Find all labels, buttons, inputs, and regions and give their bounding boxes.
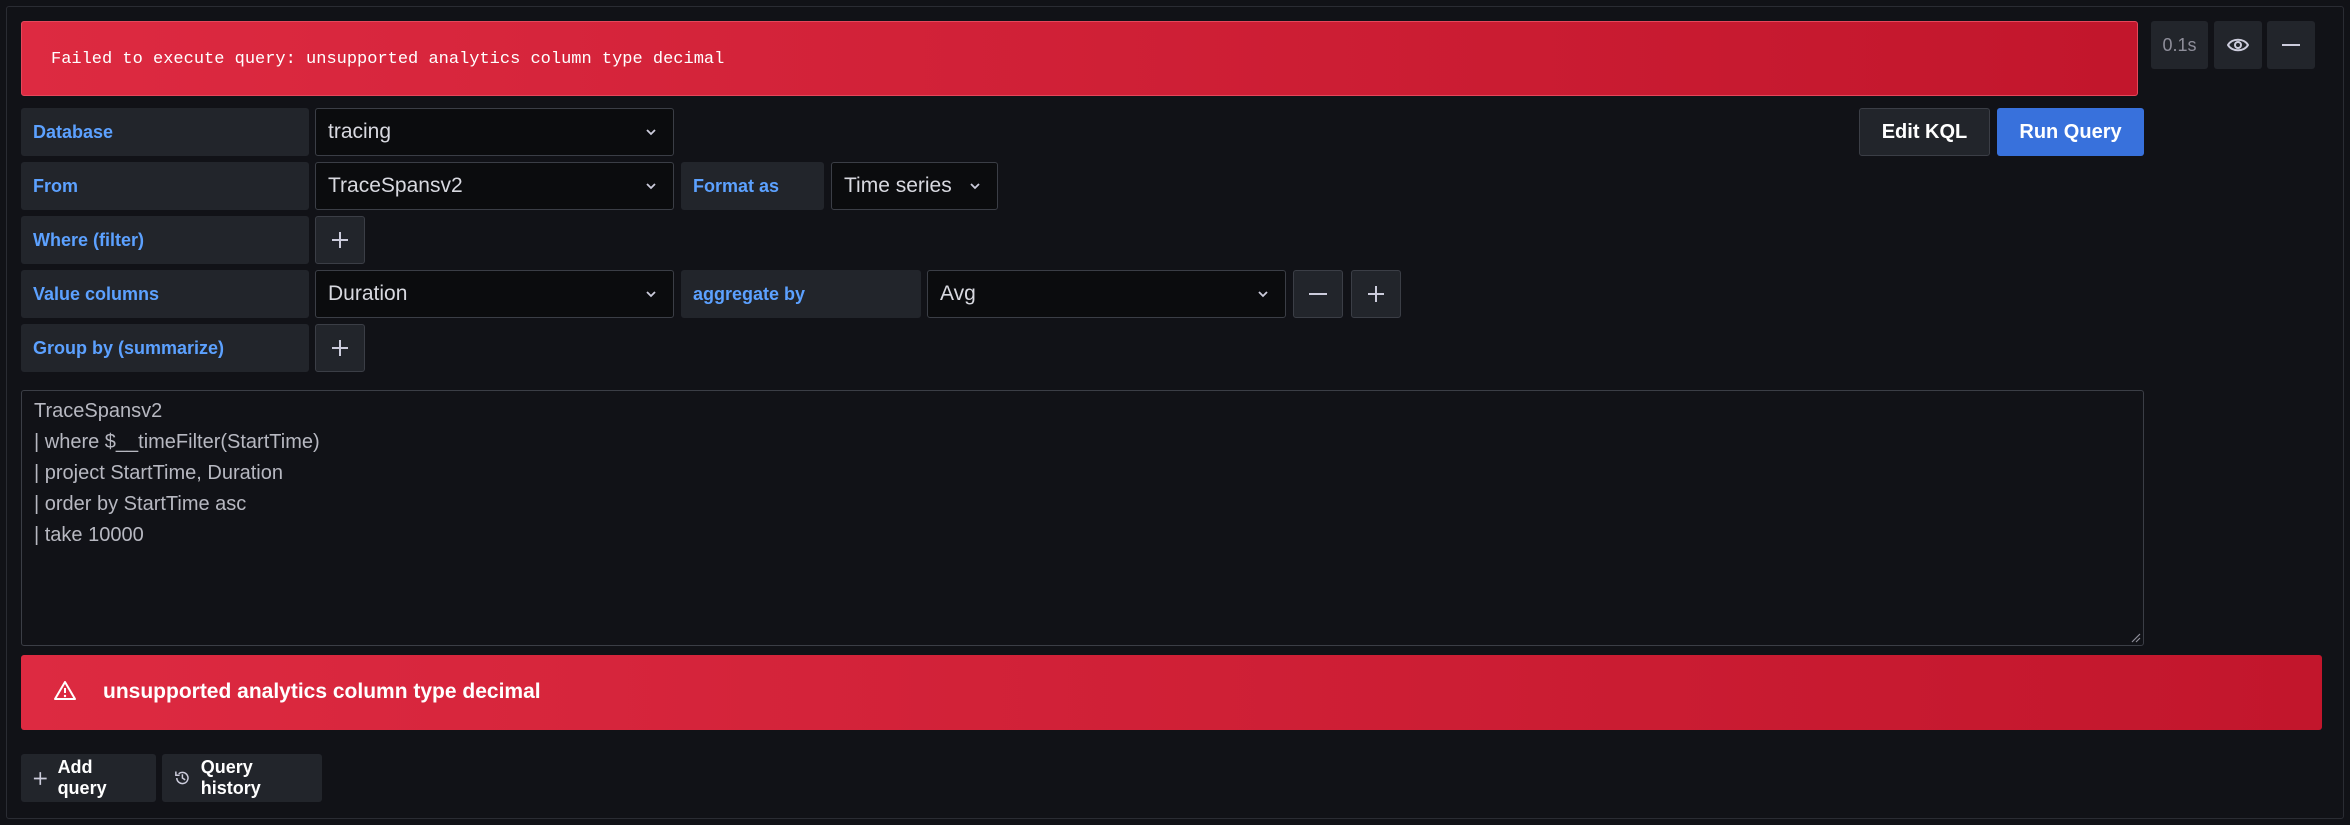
- editor-line: TraceSpansv2: [34, 400, 163, 422]
- minus-icon: [1309, 293, 1327, 295]
- add-query-button[interactable]: Add query: [21, 754, 156, 802]
- aggregate-value: Avg: [940, 282, 976, 305]
- kql-query-editor[interactable]: TraceSpansv2 | where $__timeFilter(Start…: [21, 390, 2144, 646]
- eye-icon: [2227, 38, 2249, 52]
- plus-icon: [332, 340, 348, 356]
- query-error-alert: unsupported analytics column type decima…: [21, 655, 2322, 730]
- query-history-label: Query history: [200, 757, 261, 798]
- from-label: From: [21, 162, 309, 210]
- toggle-visibility-button[interactable]: [2214, 21, 2262, 69]
- aggregate-by-label: aggregate by: [681, 270, 921, 318]
- where-filter-label: Where (filter): [21, 216, 309, 264]
- error-banner-message: Failed to execute query: unsupported ana…: [51, 50, 725, 69]
- run-query-button[interactable]: Run Query: [1997, 108, 2144, 156]
- value-column-value: Duration: [328, 282, 408, 305]
- editor-line: | order by StartTime asc: [34, 493, 247, 515]
- add-group-by-button[interactable]: [315, 324, 365, 372]
- format-as-label: Format as: [681, 162, 824, 210]
- edit-kql-button[interactable]: Edit KQL: [1859, 108, 1990, 156]
- database-value: tracing: [328, 120, 392, 143]
- chevron-down-icon: [1258, 291, 1268, 298]
- editor-line: | project StartTime, Duration: [34, 462, 283, 484]
- warning-icon: [54, 681, 76, 700]
- plus-icon: [1368, 286, 1384, 302]
- resize-handle-icon[interactable]: [2129, 631, 2141, 643]
- format-as-value: Time series: [844, 174, 952, 197]
- collapse-button[interactable]: [2267, 21, 2315, 69]
- editor-line: | take 10000: [34, 524, 144, 546]
- plus-icon: [33, 771, 47, 785]
- minus-icon: [2282, 44, 2300, 46]
- aggregate-select[interactable]: Avg: [927, 270, 1286, 318]
- query-timing-badge: 0.1s: [2151, 21, 2208, 69]
- chevron-down-icon: [646, 291, 656, 298]
- query-error-message: unsupported analytics column type decima…: [103, 680, 541, 703]
- error-banner: Failed to execute query: unsupported ana…: [21, 21, 2138, 96]
- chevron-down-icon: [646, 183, 656, 190]
- group-by-label: Group by (summarize): [21, 324, 309, 372]
- remove-value-column-button[interactable]: [1293, 270, 1343, 318]
- editor-line: | where $__timeFilter(StartTime): [34, 431, 320, 453]
- add-filter-button[interactable]: [315, 216, 365, 264]
- chevron-down-icon: [646, 129, 656, 136]
- value-columns-label: Value columns: [21, 270, 309, 318]
- history-icon: [175, 771, 189, 785]
- plus-icon: [332, 232, 348, 248]
- add-value-column-button[interactable]: [1351, 270, 1401, 318]
- query-history-button[interactable]: Query history: [162, 754, 322, 802]
- database-label: Database: [21, 108, 309, 156]
- chevron-down-icon: [970, 183, 980, 190]
- value-column-select[interactable]: Duration: [315, 270, 674, 318]
- database-select[interactable]: tracing: [315, 108, 674, 156]
- from-value: TraceSpansv2: [328, 174, 463, 197]
- add-query-label: Add query: [57, 757, 107, 798]
- format-as-select[interactable]: Time series: [831, 162, 998, 210]
- from-select[interactable]: TraceSpansv2: [315, 162, 674, 210]
